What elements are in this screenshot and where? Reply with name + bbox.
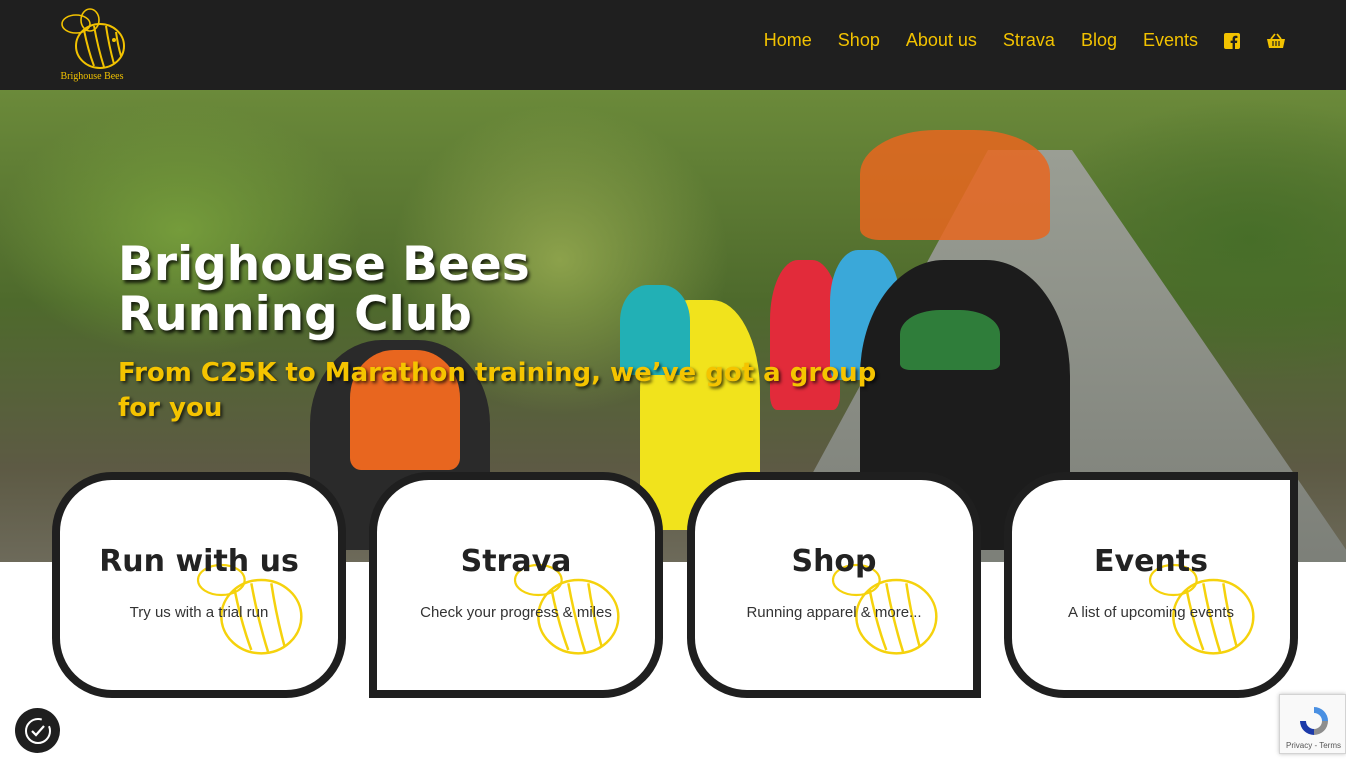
recaptcha-icon bbox=[1300, 707, 1328, 735]
cookie-consent-icon bbox=[24, 717, 51, 744]
nav-events[interactable]: Events bbox=[1143, 30, 1198, 51]
hero-subtitle: From C25K to Marathon training, we’ve go… bbox=[118, 358, 877, 423]
card-strava[interactable]: Strava Check your progress & miles bbox=[369, 472, 663, 698]
card-title: Events bbox=[1094, 544, 1208, 579]
nav-strava[interactable]: Strava bbox=[1003, 30, 1055, 51]
basket-icon[interactable] bbox=[1266, 32, 1286, 49]
recaptcha-badge[interactable]: Privacy - Terms bbox=[1279, 694, 1346, 754]
site-header: Brighouse Bees Home Shop About us Strava… bbox=[0, 0, 1346, 90]
nav-blog[interactable]: Blog bbox=[1081, 30, 1117, 51]
card-description: Try us with a trial run bbox=[129, 604, 269, 621]
facebook-icon[interactable] bbox=[1224, 32, 1240, 49]
card-description: Check your progress & miles bbox=[420, 604, 612, 621]
recaptcha-links[interactable]: Privacy - Terms bbox=[1280, 741, 1346, 750]
site-logo[interactable]: Brighouse Bees bbox=[52, 6, 132, 84]
logo-text: Brighouse Bees bbox=[60, 71, 124, 82]
card-description: A list of upcoming events bbox=[1068, 604, 1234, 621]
cookie-consent-button[interactable] bbox=[15, 708, 60, 753]
card-title: Run with us bbox=[99, 544, 299, 579]
card-shop[interactable]: Shop Running apparel & more... bbox=[687, 472, 981, 698]
card-title: Strava bbox=[460, 544, 572, 579]
nav-about-us[interactable]: About us bbox=[906, 30, 977, 51]
nav-shop[interactable]: Shop bbox=[838, 30, 880, 51]
card-run-with-us[interactable]: Run with us Try us with a trial run bbox=[52, 472, 346, 698]
card-events[interactable]: Events A list of upcoming events bbox=[1004, 472, 1298, 698]
hero-title: Brighouse Bees Running Club bbox=[118, 237, 530, 342]
nav-home[interactable]: Home bbox=[764, 30, 812, 51]
bee-logo-icon bbox=[61, 8, 125, 69]
card-description: Running apparel & more... bbox=[746, 604, 922, 621]
main-nav: Home Shop About us Strava Blog Events bbox=[738, 30, 1286, 51]
card-title: Shop bbox=[791, 544, 877, 579]
